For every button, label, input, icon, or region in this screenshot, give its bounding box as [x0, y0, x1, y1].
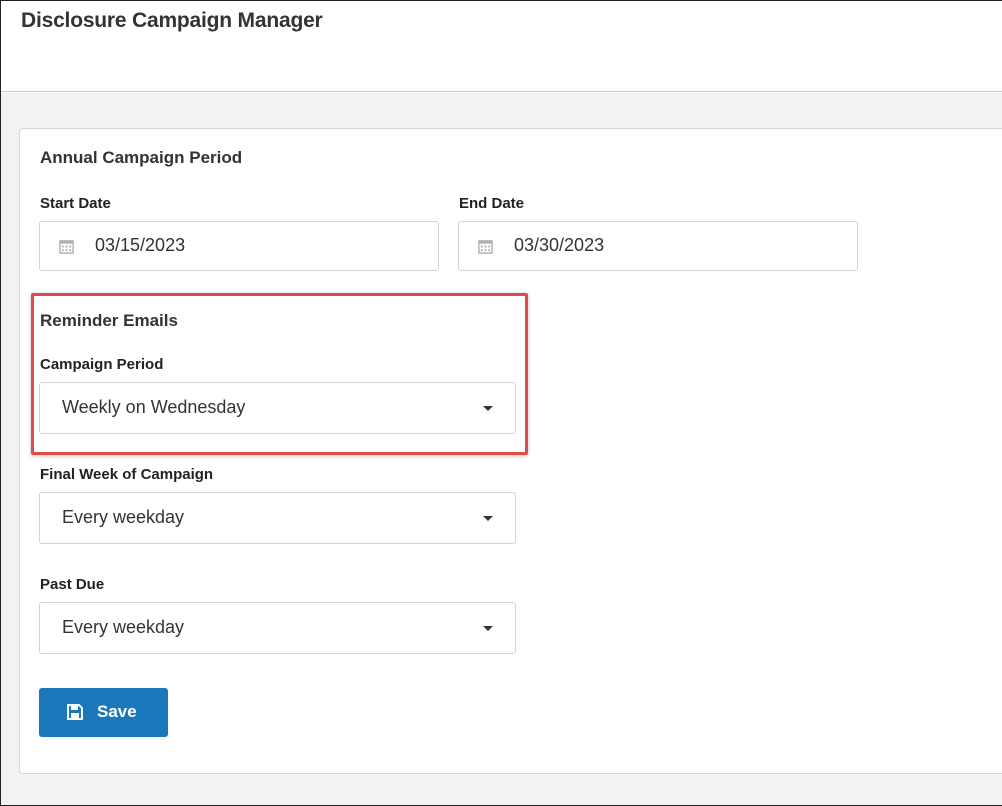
- caret-down-icon: [483, 516, 493, 521]
- floppy-disk-icon: [67, 704, 83, 720]
- past-due-label: Past Due: [40, 576, 105, 593]
- past-due-select[interactable]: Every weekday: [39, 602, 516, 654]
- save-button-label: Save: [97, 702, 137, 721]
- page-title: Disclosure Campaign Manager: [21, 9, 323, 32]
- calendar-icon: [59, 240, 74, 254]
- caret-down-icon: [483, 626, 493, 631]
- start-date-value: 03/15/2023: [95, 235, 186, 255]
- final-week-label: Final Week of Campaign: [40, 466, 214, 483]
- start-date-input[interactable]: 03/15/2023: [39, 221, 439, 271]
- calendar-icon: [478, 240, 493, 254]
- highlight-box: [31, 293, 528, 455]
- start-date-label: Start Date: [40, 195, 111, 212]
- save-button[interactable]: Save: [39, 688, 168, 737]
- past-due-value: Every weekday: [62, 617, 185, 637]
- final-week-select[interactable]: Every weekday: [39, 492, 516, 544]
- app-header: Disclosure Campaign Manager: [1, 1, 1002, 92]
- end-date-input[interactable]: 03/30/2023: [458, 221, 858, 271]
- annual-campaign-title: Annual Campaign Period: [40, 148, 243, 167]
- end-date-label: End Date: [459, 195, 525, 212]
- end-date-value: 03/30/2023: [514, 235, 605, 255]
- final-week-value: Every weekday: [62, 507, 185, 527]
